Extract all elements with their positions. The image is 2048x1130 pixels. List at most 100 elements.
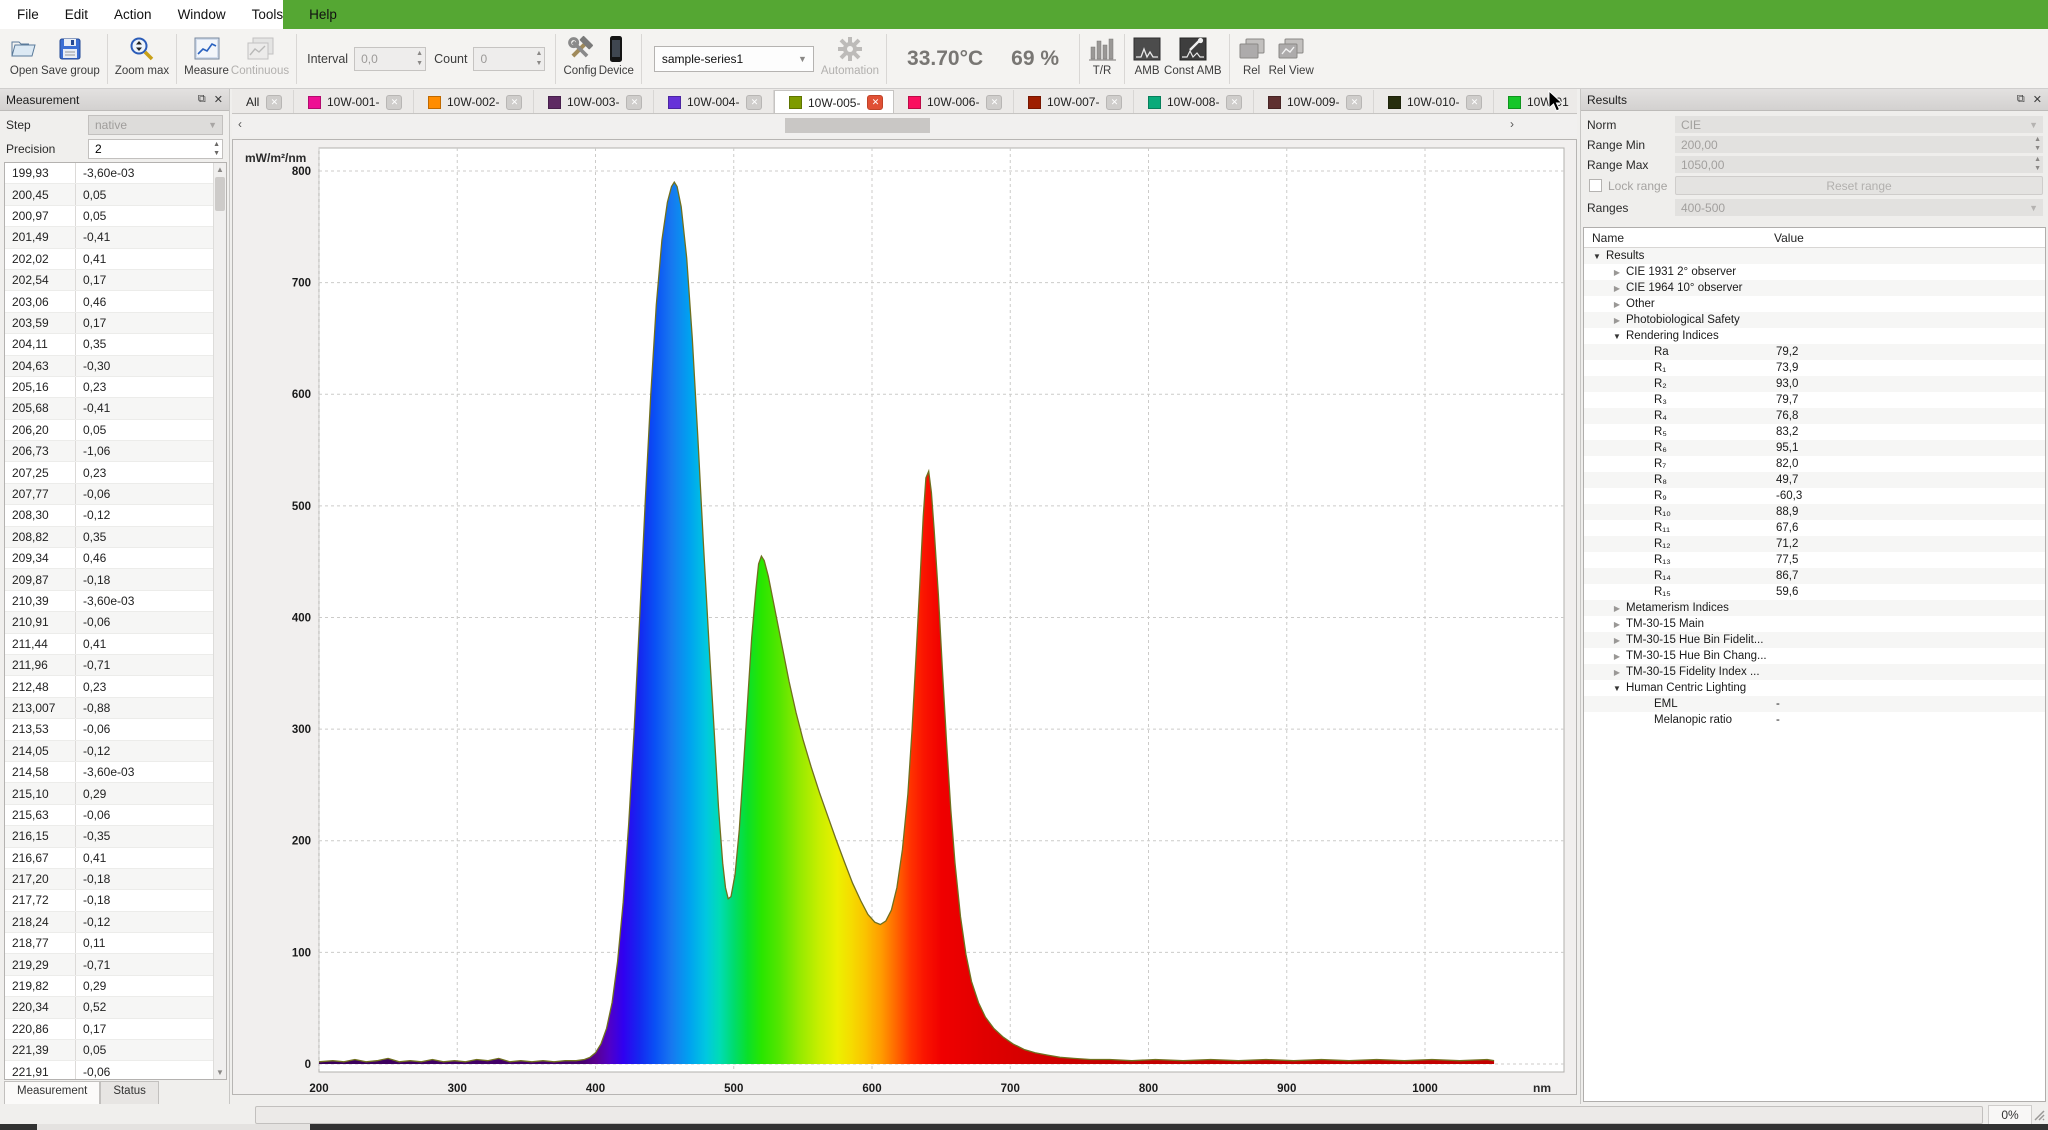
close-tab-icon[interactable]: ✕	[626, 95, 642, 110]
tree-row[interactable]: R₁₂71,2	[1584, 536, 2045, 552]
amb-button[interactable]: AMB	[1132, 32, 1162, 86]
table-row[interactable]: 219,29-0,71	[5, 954, 213, 975]
reset-range-button[interactable]: Reset range	[1675, 176, 2043, 195]
scroll-right-icon[interactable]: ›	[1510, 117, 1514, 131]
interval-input[interactable]: 0,0▲▼	[354, 47, 426, 71]
measurement-table[interactable]: 199,93-3,60e-03200,450,05200,970,05201,4…	[4, 162, 227, 1080]
table-row[interactable]: 220,340,52	[5, 997, 213, 1018]
open-button[interactable]: Open	[9, 32, 39, 86]
float-panel-icon[interactable]: ⧉	[2017, 93, 2025, 106]
scroll-left-icon[interactable]: ‹	[238, 117, 242, 131]
table-row[interactable]: 216,15-0,35	[5, 826, 213, 847]
device-button[interactable]: Device	[599, 32, 634, 86]
table-row[interactable]: 221,91-0,06	[5, 1061, 213, 1080]
save-group-button[interactable]: Save group	[41, 32, 100, 86]
chevron-right-icon[interactable]: ▶	[1612, 300, 1622, 309]
series-tab-10w004[interactable]: 10W-004-✕	[654, 90, 774, 114]
table-row[interactable]: 203,590,17	[5, 313, 213, 334]
table-row[interactable]: 219,820,29	[5, 976, 213, 997]
config-button[interactable]: Config	[563, 32, 596, 86]
chevron-down-icon[interactable]: ▼	[1592, 252, 1602, 261]
tree-row[interactable]: R₄76,8	[1584, 408, 2045, 424]
table-row[interactable]: 212,480,23	[5, 676, 213, 697]
continuous-button[interactable]: Continuous	[231, 32, 289, 86]
tr-button[interactable]: T/R	[1087, 32, 1117, 86]
count-input[interactable]: 0▲▼	[473, 47, 545, 71]
table-row[interactable]: 200,970,05	[5, 206, 213, 227]
table-row[interactable]: 213,007-0,88	[5, 698, 213, 719]
table-row[interactable]: 211,96-0,71	[5, 655, 213, 676]
table-row[interactable]: 208,30-0,12	[5, 505, 213, 526]
table-row[interactable]: 217,20-0,18	[5, 869, 213, 890]
tree-row[interactable]: R₁₁67,6	[1584, 520, 2045, 536]
chevron-right-icon[interactable]: ▶	[1612, 620, 1622, 629]
chevron-right-icon[interactable]: ▶	[1612, 268, 1622, 277]
tree-row[interactable]: ▶Photobiological Safety	[1584, 312, 2045, 328]
table-row[interactable]: 216,670,41	[5, 848, 213, 869]
measure-button[interactable]: Measure	[184, 32, 229, 86]
tree-row[interactable]: R₁₅59,6	[1584, 584, 2045, 600]
rel-button[interactable]: Rel	[1237, 32, 1267, 86]
table-row[interactable]: 204,110,35	[5, 334, 213, 355]
tree-row[interactable]: ▼Results	[1584, 248, 2045, 264]
tree-row[interactable]: ▼Human Centric Lighting	[1584, 680, 2045, 696]
table-row[interactable]: 213,53-0,06	[5, 719, 213, 740]
series-tab-10w001[interactable]: 10W-001-✕	[294, 90, 414, 114]
step-select[interactable]: native▼	[88, 115, 223, 135]
table-row[interactable]: 215,100,29	[5, 783, 213, 804]
name-column-header[interactable]: Name	[1584, 231, 1774, 245]
close-tab-icon[interactable]: ✕	[986, 95, 1002, 110]
precision-stepper[interactable]: 2 ▲▼	[88, 139, 223, 159]
chevron-right-icon[interactable]: ▶	[1612, 316, 1622, 325]
table-row[interactable]: 214,05-0,12	[5, 741, 213, 762]
series-tab-10w005[interactable]: 10W-005-✕	[774, 90, 894, 114]
series-tab-10w006[interactable]: 10W-006-✕	[894, 90, 1014, 114]
series-select[interactable]: sample-series1▼	[654, 46, 814, 72]
table-row[interactable]: 217,72-0,18	[5, 890, 213, 911]
tree-row[interactable]: Melanopic ratio-	[1584, 712, 2045, 728]
automation-button[interactable]: Automation	[821, 32, 879, 86]
float-panel-icon[interactable]: ⧉	[198, 93, 206, 106]
tree-row[interactable]: R₈49,7	[1584, 472, 2045, 488]
measurement-table-scrollbar[interactable]: ▲ ▼	[213, 163, 226, 1079]
stepper-arrows-icon[interactable]: ▲▼	[2034, 155, 2041, 173]
table-row[interactable]: 205,160,23	[5, 377, 213, 398]
table-row[interactable]: 209,87-0,18	[5, 569, 213, 590]
table-row[interactable]: 220,860,17	[5, 1019, 213, 1040]
tree-row[interactable]: R₁₀88,9	[1584, 504, 2045, 520]
tree-row[interactable]: ▶Metamerism Indices	[1584, 600, 2045, 616]
tree-row[interactable]: Ra79,2	[1584, 344, 2045, 360]
table-row[interactable]: 221,390,05	[5, 1040, 213, 1061]
close-tab-icon[interactable]: ✕	[506, 95, 522, 110]
norm-select[interactable]: CIE▼	[1675, 116, 2043, 133]
tree-row[interactable]: R₁₃77,5	[1584, 552, 2045, 568]
chevron-right-icon[interactable]: ▶	[1612, 636, 1622, 645]
tree-row[interactable]: ▶CIE 1964 10° observer	[1584, 280, 2045, 296]
table-row[interactable]: 211,440,41	[5, 634, 213, 655]
range-max-field[interactable]: 1050,00 ▲▼	[1675, 156, 2043, 173]
table-row[interactable]: 208,820,35	[5, 527, 213, 548]
spectrum-chart[interactable]: 0100200300400500600700800200300400500600…	[232, 139, 1577, 1095]
stepper-arrows-icon[interactable]: ▲▼	[213, 140, 220, 158]
scrollbar-thumb[interactable]	[215, 177, 225, 211]
table-row[interactable]: 206,200,05	[5, 420, 213, 441]
hscrollbar-thumb[interactable]	[785, 118, 930, 133]
scroll-down-icon[interactable]: ▼	[214, 1066, 226, 1079]
value-column-header[interactable]: Value	[1774, 231, 1804, 245]
series-tab-10w002[interactable]: 10W-002-✕	[414, 90, 534, 114]
table-row[interactable]: 218,770,11	[5, 933, 213, 954]
chevron-right-icon[interactable]: ▶	[1612, 604, 1622, 613]
menu-item-action[interactable]: Action	[101, 2, 165, 27]
table-row[interactable]: 215,63-0,06	[5, 805, 213, 826]
tree-row[interactable]: ▶Other	[1584, 296, 2045, 312]
table-row[interactable]: 203,060,46	[5, 291, 213, 312]
tree-row[interactable]: EML-	[1584, 696, 2045, 712]
close-tab-icon[interactable]: ✕	[746, 95, 762, 110]
tree-row[interactable]: R₁₄86,7	[1584, 568, 2045, 584]
tree-row[interactable]: R₅83,2	[1584, 424, 2045, 440]
chart-hscrollbar[interactable]: ‹ ›	[232, 115, 1577, 137]
close-panel-icon[interactable]: ✕	[2033, 93, 2042, 106]
tree-row[interactable]: ▶TM-30-15 Main	[1584, 616, 2045, 632]
series-tab-10w007[interactable]: 10W-007-✕	[1014, 90, 1134, 114]
tree-row[interactable]: R₉-60,3	[1584, 488, 2045, 504]
